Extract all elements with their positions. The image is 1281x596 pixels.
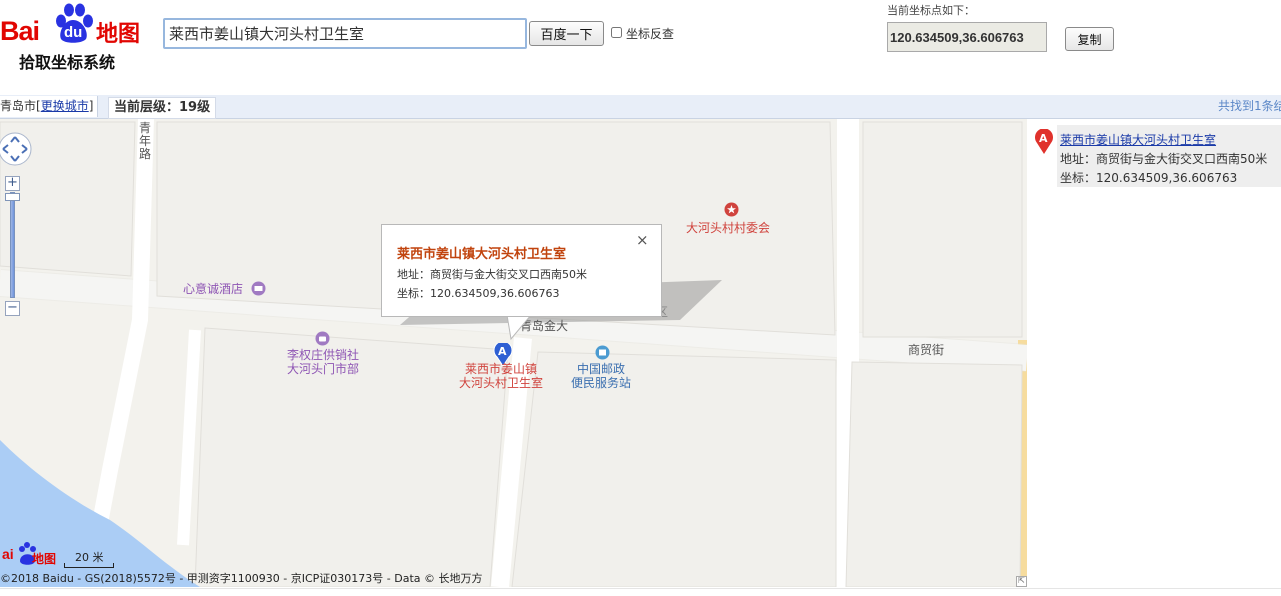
map-canvas[interactable]: 青 年 路 商贸街 青岛金大 区 大河头村村委会 心意诚酒店 李权庄供销社 大河… bbox=[0, 119, 1027, 587]
poi-village-committee[interactable]: 大河头村村委会 bbox=[686, 221, 770, 235]
reverse-lookup-checkbox[interactable] bbox=[611, 27, 622, 38]
close-icon[interactable]: × bbox=[636, 233, 649, 248]
shop-icon[interactable] bbox=[315, 331, 330, 346]
result-marker-letter: A bbox=[1039, 132, 1048, 145]
poi-post-office[interactable]: 中国邮政 便民服务站 bbox=[571, 362, 631, 390]
result-count: 共找到1条结果 bbox=[1218, 99, 1281, 113]
road-label-qingnian: 青 年 路 bbox=[139, 121, 152, 161]
marker-letter: A bbox=[498, 345, 507, 358]
zoom-slider-thumb[interactable] bbox=[5, 193, 20, 201]
poi-hotel[interactable]: 心意诚酒店 bbox=[183, 282, 243, 296]
svg-text:ai: ai bbox=[2, 546, 14, 562]
poi-coop[interactable]: 李权庄供销社 大河头门市部 bbox=[287, 348, 359, 376]
search-input[interactable] bbox=[163, 18, 527, 49]
zoom-level-indicator: 当前层级：19级 bbox=[108, 97, 217, 119]
map-base bbox=[0, 119, 1027, 587]
logo-ditu-text: 地图 bbox=[96, 22, 141, 47]
government-star-icon[interactable] bbox=[724, 202, 739, 217]
popup-title: 莱西市姜山镇大河头村卫生室 bbox=[397, 247, 567, 262]
result-coords: 坐标：120.634509,36.606763 bbox=[1060, 171, 1238, 185]
result-address: 地址：商贸街与金大街交叉口西南50米 bbox=[1060, 152, 1268, 166]
hotel-icon[interactable] bbox=[251, 281, 266, 296]
coord-field[interactable] bbox=[887, 22, 1047, 52]
info-popup: 莱西市姜山镇大河头村卫生室 地址：商贸街与金大街交叉口西南50米 坐标：120.… bbox=[381, 224, 662, 317]
logo-subtitle: 拾取坐标系统 bbox=[19, 53, 116, 72]
scale-bar bbox=[64, 563, 114, 568]
logo-du-text: du bbox=[64, 24, 83, 41]
city-selector: 青岛市[更换城市] bbox=[0, 96, 99, 117]
current-city: 青岛市 bbox=[0, 99, 37, 113]
copy-button[interactable]: 复制 bbox=[1065, 27, 1114, 51]
pan-control[interactable] bbox=[0, 128, 34, 170]
post-office-icon[interactable] bbox=[595, 345, 610, 360]
zoom-in-button[interactable]: + bbox=[5, 176, 20, 191]
map-logo-text: 地图 bbox=[32, 552, 57, 566]
reverse-lookup-label[interactable]: 坐标反查 bbox=[626, 25, 674, 42]
change-city-link[interactable]: 更换城市 bbox=[41, 99, 89, 113]
copyright: ©2018 Baidu - GS(2018)5572号 - 甲测资字110093… bbox=[0, 572, 483, 585]
poi-clinic[interactable]: 莱西市姜山镇 大河头村卫生室 bbox=[459, 362, 543, 390]
logo-bai-text: Bai bbox=[0, 16, 40, 46]
result-name-link[interactable]: 莱西市姜山镇大河头村卫生室 bbox=[1060, 131, 1216, 148]
road-label-shangmao: 商贸街 bbox=[908, 343, 945, 357]
coord-caption: 当前坐标点如下： bbox=[887, 4, 975, 17]
popup-coords: 坐标：120.634509,36.606763 bbox=[397, 287, 560, 300]
zoom-slider-track[interactable] bbox=[10, 192, 15, 298]
resize-icon[interactable]: ⇱ bbox=[1016, 576, 1027, 587]
search-button[interactable]: 百度一下 bbox=[529, 21, 604, 46]
popup-address: 地址：商贸街与金大街交叉口西南50米 bbox=[397, 268, 587, 281]
zoom-out-button[interactable]: − bbox=[5, 301, 20, 316]
popup-tail bbox=[506, 315, 534, 341]
